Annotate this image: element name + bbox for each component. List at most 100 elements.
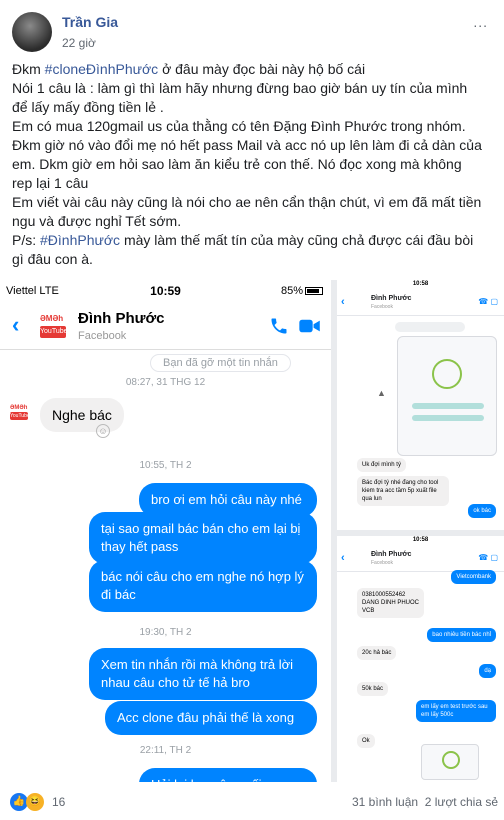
messenger-screenshot-main: Viettel LTE 10:59 85% ‹ ƏMƏh YouTube Đìn… [0, 280, 331, 782]
image-bar [412, 415, 484, 421]
removed-message-notice [395, 322, 465, 332]
battery-icon [305, 287, 323, 296]
post-line-text: gì đâu con à. [12, 251, 93, 267]
battery-indicator: 85% [281, 285, 323, 297]
post-line-text: Đkm giờ nó vào đổi mẹ nó hết pass Mail v… [12, 137, 482, 153]
incoming-message: 50k bác [357, 682, 389, 696]
add-reaction-icon: ☺ [96, 424, 110, 438]
post-line-text: rep lại 1 câu [12, 175, 89, 191]
post-line: P/s: #ĐìnhPhước mày làm thế mất tín của … [12, 231, 496, 250]
hashtag-link[interactable]: #cloneĐìnhPhước [45, 61, 159, 77]
engagement-stats: 31 bình luận 2 lượt chia sẻ [352, 795, 498, 809]
removed-message-notice: Bạn đã gỡ một tin nhắn [150, 354, 291, 372]
outgoing-message: ok bác [468, 504, 496, 518]
post-line-text: mày làm thế mất tín của mày cũng chả đượ… [120, 232, 474, 248]
outgoing-message: Acc clone đâu phải thế là xong [105, 701, 317, 735]
outgoing-message: dạ [479, 664, 496, 678]
post-time[interactable]: 22 giờ [62, 36, 96, 50]
contact-name: Đình Phước [371, 551, 412, 558]
more-options-icon[interactable]: ... [473, 14, 488, 30]
timestamp: 22:11, TH 2 [139, 745, 192, 756]
clock-label: 10:58 [412, 537, 429, 543]
clock-label: 10:58 [412, 281, 429, 287]
status-bar: Viettel LTE 10:59 85% [0, 280, 331, 302]
haha-reaction-icon: 😆 [26, 793, 44, 811]
contact-subtitle: Facebook [371, 304, 393, 310]
shares-link[interactable]: 2 lượt chia sẻ [425, 795, 498, 809]
logo-text: ƏMƏh [10, 405, 28, 411]
checkmark-icon [442, 751, 460, 769]
messenger-screenshot-small-2: 10:58 ‹ Đình Phước Facebook ☎ ▢ Vietcomb… [337, 536, 504, 782]
logo-text: ƏMƏh [40, 314, 64, 323]
post-line: Em có mua 120gmail us của thằng có tên Đ… [12, 117, 496, 136]
call-icons: ☎ ▢ [478, 297, 498, 306]
battery-label: 85% [280, 285, 303, 297]
contact-subtitle: Facebook [78, 330, 127, 342]
youtube-badge: YouTube [10, 412, 30, 420]
share-icon: ▲ [377, 388, 386, 398]
post-line-text: Nói 1 câu là : làm gì thì làm hãy nhưng … [12, 80, 468, 96]
image-bar [412, 403, 484, 409]
messenger-screenshot-small-1: 10:58 ‹ Đình Phước Facebook ☎ ▢ ▲ Uk đợi… [337, 280, 504, 530]
phone-call-icon [271, 318, 287, 334]
outgoing-message: tại sao gmail bác bán cho em lại bị thay… [89, 512, 317, 564]
outgoing-message: bác nói câu cho em nghe nó hợp lý đi bác [89, 560, 317, 612]
outgoing-message: Vietcombank [451, 570, 496, 584]
timestamp: 19:30, TH 2 [139, 627, 192, 638]
contact-subtitle: Facebook [371, 560, 393, 566]
back-chevron-icon: ‹ [341, 552, 345, 564]
post-text: Đkm #cloneĐìnhPhước ở đâu mày đọc bài nà… [12, 60, 496, 269]
post-line: ngu và được nghỉ Tết sớm. [12, 212, 496, 231]
back-chevron-icon: ‹ [12, 312, 20, 337]
contact-avatar-small: ƏMƏh YouTube [10, 405, 30, 420]
post-line-text: để lấy mấy đồng tiền lẻ . [12, 99, 164, 115]
post-line-text: Đkm [12, 61, 45, 77]
post-line: để lấy mấy đồng tiền lẻ . [12, 98, 496, 117]
post-line: em. Dkm giờ em hỏi sao làm ăn kiểu trẻ c… [12, 155, 496, 174]
reaction-count: 16 [52, 795, 66, 809]
post-line-text: ngu và được nghỉ Tết sớm. [12, 213, 182, 229]
post-line-text: em. Dkm giờ em hỏi sao làm ăn kiểu trẻ c… [12, 156, 462, 172]
shared-image-preview [397, 336, 497, 456]
post-header: Trần Gia 22 giờ ... [10, 10, 494, 54]
chat-nav-bar: ‹ ƏMƏh YouTube Đình Phước Facebook [0, 302, 331, 350]
status-bar: 10:58 [337, 536, 504, 546]
youtube-badge: YouTube [40, 326, 68, 338]
post-line-text: Em có mua 120gmail us của thằng có tên Đ… [12, 118, 466, 134]
chat-nav-bar: ‹ Đình Phước Facebook ☎ ▢ [337, 290, 504, 316]
outgoing-message: Hỏi lại bro câu cuối [139, 768, 317, 782]
chat-nav-bar: ‹ Đình Phước Facebook ☎ ▢ [337, 546, 504, 572]
post-line: Em viết vài câu này cũng là nói cho ae n… [12, 193, 496, 212]
outgoing-message: bao nhiêu tiền bác nhỉ [427, 628, 496, 642]
post-line: Đkm giờ nó vào đổi mẹ nó hết pass Mail v… [12, 136, 496, 155]
post-line: Nói 1 câu là : làm gì thì làm hãy nhưng … [12, 79, 496, 98]
status-bar: 10:58 [337, 280, 504, 290]
incoming-message: Ok [357, 734, 375, 748]
outgoing-message: em lấy em test trước sau em lấy 500c [416, 700, 496, 722]
incoming-message: 20c hả bác [357, 646, 397, 660]
post-line: Đkm #cloneĐìnhPhước ở đâu mày đọc bài nà… [12, 60, 496, 79]
comments-link[interactable]: 31 bình luận [352, 795, 418, 809]
back-chevron-icon: ‹ [341, 296, 345, 308]
call-icons: ☎ ▢ [478, 553, 498, 562]
timestamp: 08:27, 31 THG 12 [125, 377, 206, 388]
contact-avatar: ƏMƏh YouTube [40, 314, 70, 340]
incoming-message: 0381000552462 DANG DINH PHUOC VCB [357, 588, 425, 618]
outgoing-message: Xem tin nhắn rồi mà không trả lời nhau c… [89, 648, 317, 700]
author-avatar[interactable] [12, 12, 52, 52]
post-line-text: Em viết vài câu này cũng là nói cho ae n… [12, 194, 482, 210]
incoming-message: Uk đợi mình tý [357, 458, 406, 472]
author-name[interactable]: Trần Gia [62, 14, 118, 30]
video-call-icon [299, 319, 320, 333]
shared-image-preview [421, 744, 479, 780]
checkmark-icon [432, 359, 462, 389]
incoming-message: Nghe bác [40, 398, 124, 432]
post-media[interactable]: Viettel LTE 10:59 85% ‹ ƏMƏh YouTube Đìn… [0, 280, 504, 782]
contact-name: Đình Phước [371, 295, 412, 302]
contact-name: Đình Phước [78, 310, 165, 327]
incoming-message: Bác đợi tý nhé đang cho tool kiem tra ac… [357, 476, 449, 506]
post-line-text: ở đâu mày đọc bài này hộ bố cái [158, 61, 366, 77]
post-line: rep lại 1 câu [12, 174, 496, 193]
hashtag-link[interactable]: #ĐìnhPhước [40, 232, 120, 248]
timestamp: 10:55, TH 2 [139, 460, 192, 471]
